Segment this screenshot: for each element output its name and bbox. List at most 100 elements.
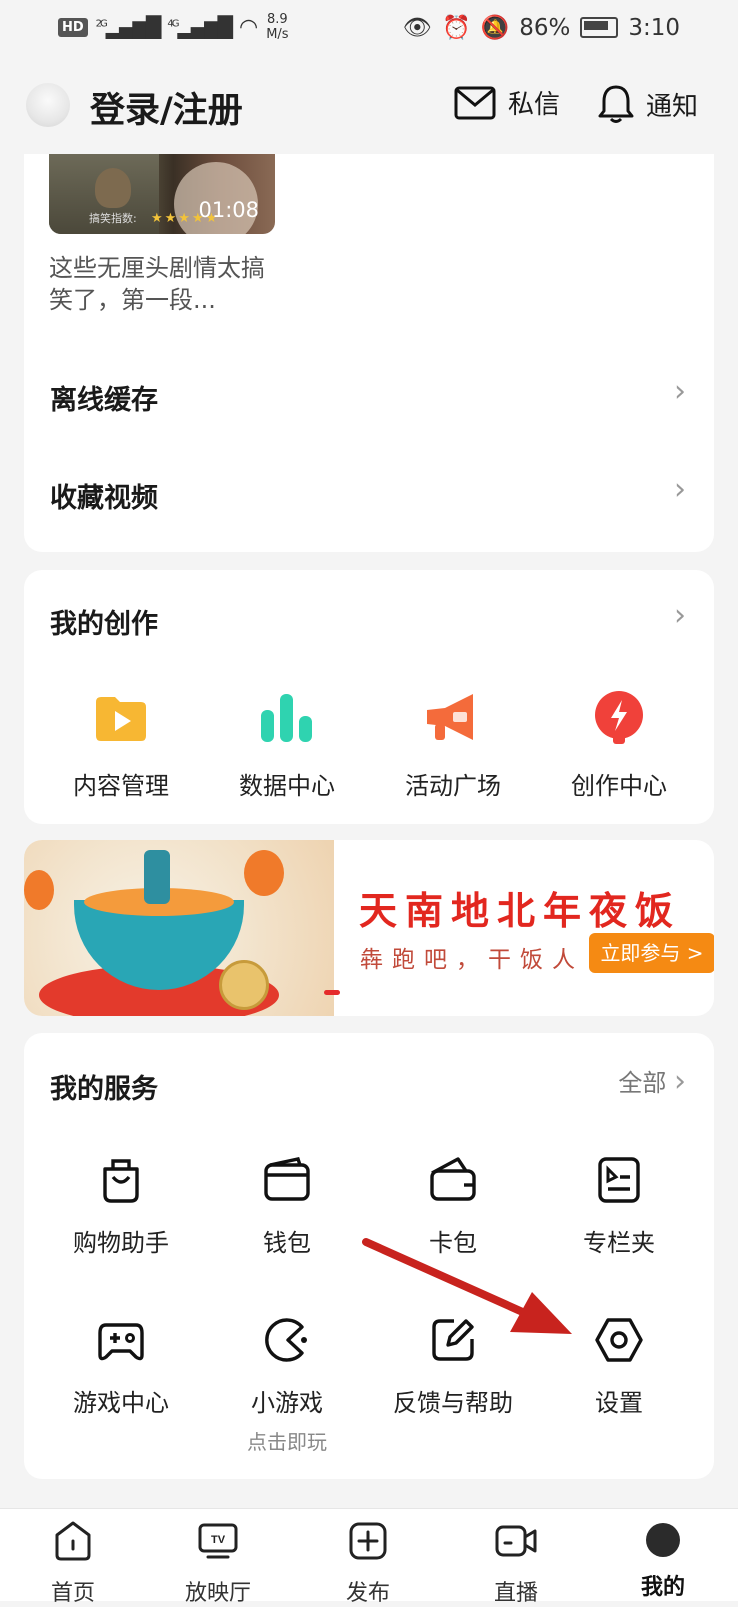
tab-label: 直播 (493, 1581, 538, 1606)
annotation-arrow-icon (362, 1238, 572, 1334)
video-rating-tag: 搞笑指数: (89, 212, 137, 225)
lantern-icon (24, 870, 54, 910)
services-all-label: 全部 (618, 1069, 667, 1097)
carousel-indicator (324, 990, 340, 995)
coin-icon (219, 960, 269, 1010)
wifi-icon: ◠ (238, 14, 259, 40)
signal-4g: 4G▂▄▆█ (167, 15, 233, 39)
tab-publish[interactable]: 发布 (313, 1519, 423, 1607)
tab-live[interactable]: 直播 (461, 1519, 571, 1607)
settings-hex-icon (595, 1318, 643, 1362)
service-game-center[interactable]: 游戏中心 (38, 1315, 204, 1418)
status-left: HD 2G▂▄▆█ 4G▂▄▆█ ◠ 8.9 M/s (58, 12, 289, 42)
video-thumbnail[interactable]: 搞笑指数: ★★★★★ 01:08 (49, 154, 275, 234)
tab-label: 放映厅 (184, 1581, 251, 1606)
creation-item-label: 活动广场 (405, 772, 501, 800)
messages-label: 私信 (508, 90, 561, 120)
hd-badge: HD (58, 17, 88, 37)
wallet-icon (264, 1157, 310, 1201)
lantern-icon (244, 850, 284, 896)
tab-label: 发布 (345, 1581, 390, 1606)
battery-icon (580, 17, 619, 38)
promo-banner[interactable]: 天南地北年夜饭 犇跑吧，干饭人 立即参与 > (24, 840, 714, 1016)
creation-item-label: 内容管理 (73, 772, 169, 800)
bell-icon (598, 85, 634, 123)
creation-item-content-management[interactable]: 内容管理 (38, 688, 204, 801)
home-icon (55, 1521, 91, 1561)
join-now-button[interactable]: 立即参与 > (589, 933, 714, 973)
creation-item-label: 创作中心 (571, 772, 667, 800)
tab-theater[interactable]: TV 放映厅 (163, 1519, 273, 1607)
offline-cache-label: 离线缓存 (50, 385, 158, 416)
tab-label: 我的 (640, 1575, 685, 1600)
svg-text:TV: TV (211, 1534, 226, 1546)
banner-title: 天南地北年夜饭 (359, 889, 682, 933)
signal-2g: 2G▂▄▆█ (95, 15, 162, 39)
notifications-button[interactable]: 通知 (598, 84, 698, 124)
mail-icon (454, 86, 496, 119)
video-title[interactable]: 这些无厘头剧情太搞笑了，第一段... (49, 252, 279, 316)
hotpot-chimney (144, 850, 170, 904)
chevron-right-icon: › (674, 1064, 686, 1099)
network-speed: 8.9 M/s (266, 12, 289, 42)
alarm-icon: ⏰ (441, 15, 471, 41)
chevron-right-icon: › (674, 598, 686, 633)
status-right: 👁 ⏰ 🔕 86% 3:10 (402, 14, 680, 42)
tab-profile[interactable]: 我的 (608, 1519, 718, 1601)
shopping-bag-icon (103, 1159, 139, 1203)
data-center-icon (261, 694, 312, 742)
creator-center-icon (595, 691, 643, 744)
service-wallet[interactable]: 钱包 (204, 1155, 370, 1258)
avatar[interactable] (26, 83, 70, 127)
gamepad-icon (98, 1323, 144, 1361)
creation-item-data-center[interactable]: 数据中心 (204, 688, 370, 801)
creation-item-creator-center[interactable]: 创作中心 (536, 688, 702, 801)
offline-cache-row[interactable]: 离线缓存 › (24, 364, 714, 428)
login-register-link[interactable]: 登录/注册 (90, 82, 243, 133)
creation-item-label: 数据中心 (239, 772, 335, 800)
publish-plus-icon (349, 1522, 387, 1560)
card-holder-icon (430, 1157, 476, 1201)
eye-icon: 👁 (402, 15, 432, 41)
service-label: 游戏中心 (73, 1389, 169, 1417)
activity-square-icon (427, 694, 473, 740)
tab-label: 首页 (50, 1581, 95, 1606)
creation-item-activity-square[interactable]: 活动广场 (370, 688, 536, 801)
chevron-right-icon: › (674, 472, 686, 507)
notifications-label: 通知 (646, 91, 699, 122)
profile-avatar-icon (646, 1523, 680, 1557)
messages-button[interactable]: 私信 (454, 84, 560, 121)
services-header: 我的服务 全部 › (24, 1055, 714, 1115)
service-mini-game[interactable]: 小游戏 点击即玩 (204, 1315, 370, 1455)
favorites-label: 收藏视频 (50, 483, 158, 514)
banner-subtitle: 犇跑吧，干饭人 (360, 947, 584, 973)
mini-game-icon (265, 1318, 307, 1362)
video-duration: 01:08 (198, 198, 259, 222)
top-header: 登录/注册 私信 通知 (0, 56, 738, 154)
creation-card: 我的创作 › 内容管理 数据中心 活动广场 创作中心 (24, 570, 714, 824)
status-bar: HD 2G▂▄▆█ 4G▂▄▆█ ◠ 8.9 M/s 👁 ⏰ 🔕 86% 3:10 (0, 0, 738, 56)
service-sublabel: 点击即玩 (247, 1430, 327, 1454)
service-label: 钱包 (263, 1229, 311, 1257)
services-title: 我的服务 (50, 1074, 158, 1105)
service-label: 小游戏 (251, 1389, 323, 1417)
live-camera-icon (495, 1525, 537, 1557)
service-label: 购物助手 (73, 1229, 169, 1257)
column-folder-icon (598, 1157, 640, 1203)
mute-bell-icon: 🔕 (480, 15, 510, 41)
service-label: 设置 (595, 1389, 643, 1417)
tab-home[interactable]: 首页 (18, 1519, 128, 1607)
service-shopping-assistant[interactable]: 购物助手 (38, 1155, 204, 1258)
services-all-link[interactable]: 全部 › (618, 1063, 686, 1099)
bottom-tab-bar: 首页 TV 放映厅 发布 直播 我的 (0, 1508, 738, 1606)
favorites-row[interactable]: 收藏视频 › (24, 462, 714, 526)
chevron-right-icon: › (674, 374, 686, 409)
thumb-figure (95, 168, 131, 208)
content-management-icon (96, 697, 146, 741)
creation-title: 我的创作 (50, 609, 158, 640)
creation-header[interactable]: 我的创作 › (24, 588, 714, 648)
battery-percent: 86% (519, 14, 571, 41)
clock-time: 3:10 (628, 14, 680, 41)
service-label: 反馈与帮助 (393, 1389, 513, 1417)
tv-icon: TV (198, 1523, 238, 1559)
